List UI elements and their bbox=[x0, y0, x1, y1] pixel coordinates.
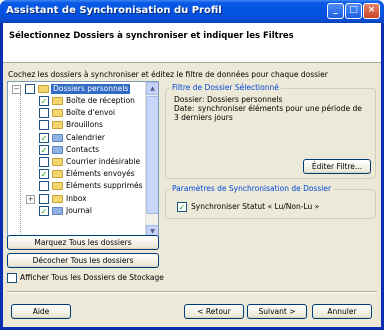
sync-group-title: Paramètres de Synchronisation de Dossier bbox=[170, 184, 334, 193]
sync-settings-groupbox: Paramètres de Synchronisation de Dossier… bbox=[165, 184, 376, 219]
tree-item-label: Boîte de réception bbox=[66, 96, 135, 105]
tree-item-label: Inbox bbox=[66, 193, 87, 203]
title-bar[interactable]: Assistant de Synchronisation du Profil _… bbox=[0, 0, 384, 23]
folder-icon bbox=[52, 194, 63, 203]
mark-all-button[interactable]: Marquez Tous les dossiers bbox=[7, 235, 159, 250]
folder-icon bbox=[52, 182, 63, 191]
tree-item-label: Boîte d'envoi bbox=[66, 108, 116, 118]
window-title: Assistant de Synchronisation du Profil bbox=[6, 5, 222, 16]
wizard-header: Sélectionnez Dossiers à synchroniser et … bbox=[3, 23, 381, 63]
folder-icon bbox=[52, 121, 63, 130]
tree-item-checkbox[interactable]: ✓ bbox=[39, 169, 49, 180]
tree-item-checkbox[interactable] bbox=[39, 181, 49, 192]
dialog-client: Sélectionnez Dossiers à synchroniser et … bbox=[3, 23, 381, 327]
tree-item-checkbox[interactable]: ✓ bbox=[39, 205, 49, 216]
contacts-icon bbox=[52, 145, 63, 154]
tree-item-checkbox[interactable] bbox=[39, 157, 49, 167]
next-button[interactable]: Suivant > bbox=[247, 304, 307, 319]
collapse-icon[interactable]: − bbox=[12, 85, 21, 94]
tree-item-checkbox[interactable] bbox=[39, 193, 49, 204]
folder-icon bbox=[38, 85, 49, 93]
wizard-window: Assistant de Synchronisation du Profil _… bbox=[0, 0, 384, 330]
unmark-all-button[interactable]: Décocher Tous les dossiers bbox=[7, 253, 159, 268]
sync-status-row[interactable]: ✓ Synchroniser Statut « Lu/Non-Lu » bbox=[177, 202, 367, 213]
show-storage-label: Afficher Tous les Dossiers de Stockage bbox=[20, 273, 164, 282]
filter-groupbox: Filtre de Dossier Sélectionné Dossier: D… bbox=[165, 83, 376, 179]
tree-item[interactable]: ✓ Éléments envoyés bbox=[8, 169, 148, 180]
scroll-thumb[interactable] bbox=[146, 96, 158, 214]
tree-item-label: Brouillons bbox=[66, 120, 103, 130]
instruction-text: Cochez les dossiers à synchroniser et éd… bbox=[8, 70, 328, 79]
scroll-up-icon[interactable]: ▲ bbox=[146, 82, 158, 95]
sync-status-label: Synchroniser Statut « Lu/Non-Lu » bbox=[191, 202, 320, 211]
filter-group-title: Filtre de Dossier Sélectionné bbox=[170, 83, 281, 92]
tree-item-checkbox[interactable]: ✓ bbox=[39, 144, 49, 155]
sync-status-checkbox[interactable]: ✓ bbox=[177, 202, 187, 212]
tree-item-label: Calendrier bbox=[66, 132, 105, 142]
tree-item[interactable]: Courrier indésirable bbox=[8, 157, 148, 168]
folder-icon bbox=[52, 158, 63, 166]
tree-item-label: Courrier indésirable bbox=[66, 157, 141, 166]
tree-item-label: Contacts bbox=[66, 144, 100, 154]
tree-item-checkbox[interactable]: ✓ bbox=[39, 132, 49, 143]
date-value-continued: 3 derniers jours bbox=[174, 113, 233, 122]
close-icon[interactable]: × bbox=[363, 3, 380, 19]
folder-icon bbox=[52, 170, 63, 179]
tree-item[interactable]: + Inbox bbox=[8, 193, 148, 205]
tree-root-label[interactable]: Dossiers personnels bbox=[51, 84, 131, 94]
footer-divider bbox=[7, 291, 377, 293]
tree-item[interactable]: Éléments supprimés bbox=[8, 181, 148, 192]
folder-value: Dossiers personnels bbox=[207, 95, 283, 104]
tree-root-row[interactable]: − Dossiers personnels bbox=[8, 84, 148, 95]
journal-icon bbox=[52, 206, 63, 215]
edit-filter-button[interactable]: Éditer Filtre... bbox=[303, 159, 371, 174]
tree-item-checkbox[interactable] bbox=[39, 120, 49, 131]
tree-item[interactable]: ✓ Boîte de réception bbox=[8, 96, 148, 107]
cancel-button[interactable]: Annuler bbox=[312, 304, 372, 319]
help-button[interactable]: Aide bbox=[11, 304, 71, 319]
date-value: synchroniser éléments pour une période d… bbox=[198, 104, 362, 113]
tree-item[interactable]: ✓ Calendrier bbox=[8, 132, 148, 144]
calendar-icon bbox=[52, 133, 63, 142]
tree-item[interactable]: ✓ Contacts bbox=[8, 144, 148, 156]
root-checkbox[interactable] bbox=[25, 84, 35, 94]
folder-icon bbox=[52, 97, 63, 105]
show-storage-row[interactable]: Afficher Tous les Dossiers de Stockage bbox=[7, 273, 187, 284]
folder-tree[interactable]: − Dossiers personnels ✓ Boîte de réceptio… bbox=[7, 81, 159, 239]
tree-scrollbar[interactable]: ▲ ▼ bbox=[145, 82, 158, 238]
folder-label: Dossier: bbox=[174, 95, 205, 104]
expand-icon[interactable]: + bbox=[26, 194, 35, 204]
minimize-icon[interactable]: _ bbox=[327, 3, 344, 19]
tree-item[interactable]: Brouillons bbox=[8, 120, 148, 131]
tree-item-checkbox[interactable] bbox=[39, 108, 49, 119]
tree-item[interactable]: ✓ Journal bbox=[8, 205, 148, 217]
tree-item[interactable]: Boîte d'envoi bbox=[8, 108, 148, 119]
date-label: Date: bbox=[174, 104, 195, 113]
folder-icon bbox=[52, 109, 63, 118]
tree-item-label: Éléments envoyés bbox=[66, 169, 135, 179]
header-title: Sélectionnez Dossiers à synchroniser et … bbox=[9, 31, 294, 41]
tree-item-label: Éléments supprimés bbox=[66, 181, 143, 191]
back-button[interactable]: < Retour bbox=[184, 304, 244, 319]
show-storage-checkbox[interactable] bbox=[7, 273, 17, 283]
maximize-icon[interactable]: □ bbox=[345, 3, 362, 19]
tree-item-checkbox[interactable]: ✓ bbox=[39, 96, 49, 106]
tree-item-label: Journal bbox=[66, 205, 92, 215]
